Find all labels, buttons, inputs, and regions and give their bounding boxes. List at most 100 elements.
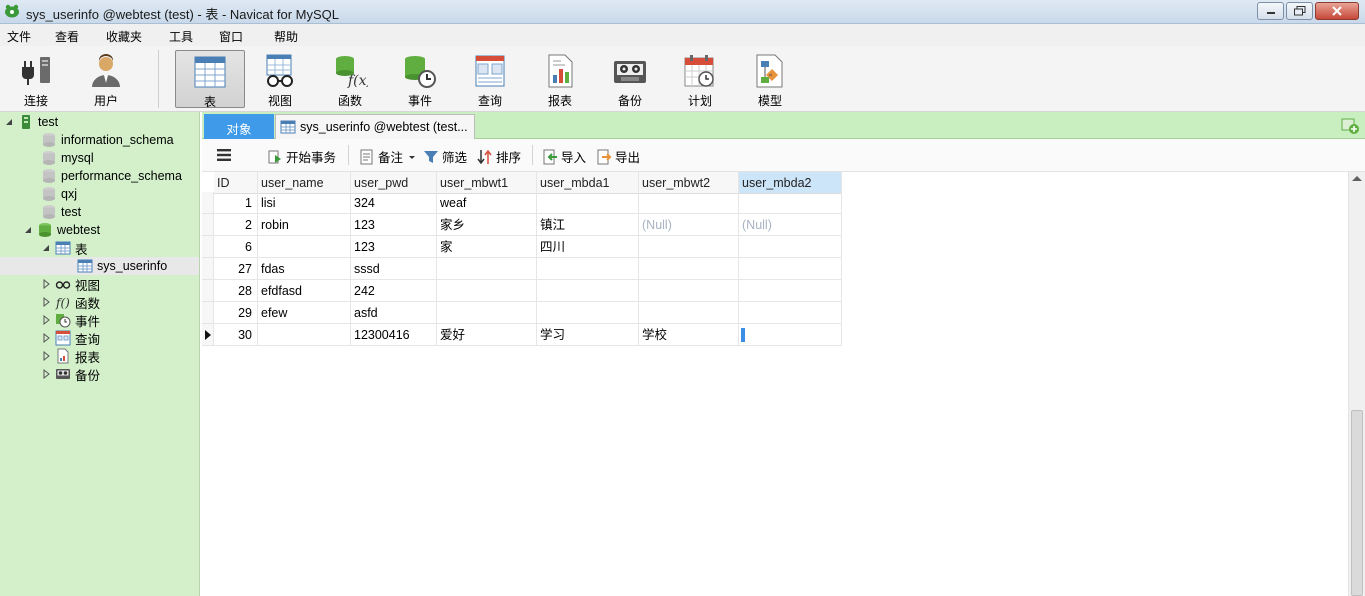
cell[interactable] bbox=[537, 302, 639, 324]
chevron-down-icon[interactable] bbox=[408, 153, 416, 161]
cell[interactable] bbox=[639, 192, 739, 214]
hamburger-menu-icon[interactable] bbox=[216, 148, 232, 162]
cell[interactable]: asfd bbox=[351, 302, 437, 324]
cell[interactable]: 1 bbox=[214, 192, 258, 214]
tree-node-backups-folder[interactable]: 备份 bbox=[41, 365, 100, 383]
collapsed-arrow-icon[interactable] bbox=[41, 297, 51, 307]
filter-button[interactable]: 筛选 bbox=[423, 147, 467, 166]
cell[interactable]: 爱好 bbox=[437, 324, 537, 346]
tab-objects[interactable]: 对象 bbox=[204, 114, 274, 139]
cell[interactable] bbox=[258, 324, 351, 346]
tree-node-database[interactable]: mysql bbox=[41, 149, 94, 167]
report-button[interactable]: 报表 bbox=[525, 50, 595, 108]
cell[interactable]: fdas bbox=[258, 258, 351, 280]
cell[interactable]: 镇江 bbox=[537, 214, 639, 236]
restore-button[interactable] bbox=[1286, 2, 1313, 20]
row-selector[interactable] bbox=[202, 280, 214, 302]
tree-node-database[interactable]: test bbox=[41, 203, 81, 221]
scroll-up-icon[interactable] bbox=[1352, 176, 1362, 181]
view-button[interactable]: 视图 bbox=[245, 50, 315, 108]
cell[interactable]: 6 bbox=[214, 236, 258, 258]
tree-node-connection[interactable]: test bbox=[4, 113, 58, 131]
model-button[interactable]: 模型 bbox=[735, 50, 805, 108]
selected-text[interactable] bbox=[741, 328, 745, 342]
cell[interactable] bbox=[258, 236, 351, 258]
scrollbar-thumb[interactable] bbox=[1351, 410, 1363, 596]
tree-node-database-open[interactable]: webtest bbox=[23, 221, 100, 239]
row-selector[interactable] bbox=[202, 324, 214, 346]
cell[interactable]: 家乡 bbox=[437, 214, 537, 236]
tree-node-table-selected[interactable]: sys_userinfo bbox=[0, 257, 199, 275]
table-row[interactable]: 1 lisi 324 weaf bbox=[202, 192, 842, 214]
tab-table-data[interactable]: sys_userinfo @webtest (test... bbox=[275, 114, 475, 139]
expanded-arrow-icon[interactable] bbox=[23, 225, 33, 235]
schedule-button[interactable]: 计划 bbox=[665, 50, 735, 108]
cell[interactable] bbox=[437, 302, 537, 324]
cell[interactable]: 28 bbox=[214, 280, 258, 302]
tree-node-reports-folder[interactable]: 报表 bbox=[41, 347, 100, 365]
backup-button[interactable]: 备份 bbox=[595, 50, 665, 108]
cell[interactable] bbox=[739, 236, 842, 258]
cell-editing[interactable] bbox=[739, 324, 842, 346]
collapsed-arrow-icon[interactable] bbox=[41, 369, 51, 379]
query-button[interactable]: 查询 bbox=[455, 50, 525, 108]
null-cell[interactable]: (Null) bbox=[639, 214, 739, 236]
import-button[interactable]: 导入 bbox=[542, 147, 586, 166]
tree-node-events-folder[interactable]: 事件 bbox=[41, 311, 100, 329]
cell[interactable]: efew bbox=[258, 302, 351, 324]
cell[interactable]: 324 bbox=[351, 192, 437, 214]
collapsed-arrow-icon[interactable] bbox=[41, 315, 51, 325]
cell[interactable] bbox=[537, 280, 639, 302]
tree-node-queries-folder[interactable]: 查询 bbox=[41, 329, 100, 347]
cell[interactable] bbox=[639, 302, 739, 324]
cell[interactable] bbox=[537, 192, 639, 214]
cell[interactable] bbox=[639, 280, 739, 302]
menu-tools[interactable]: 工具 bbox=[169, 28, 193, 45]
tree-node-database[interactable]: qxj bbox=[41, 185, 77, 203]
collapsed-arrow-icon[interactable] bbox=[41, 351, 51, 361]
row-selector[interactable] bbox=[202, 214, 214, 236]
cell[interactable] bbox=[537, 258, 639, 280]
cell[interactable] bbox=[639, 258, 739, 280]
row-selector[interactable] bbox=[202, 258, 214, 280]
cell[interactable]: 242 bbox=[351, 280, 437, 302]
table-row[interactable]: 6 123 家 四川 bbox=[202, 236, 842, 258]
cell[interactable]: 四川 bbox=[537, 236, 639, 258]
row-selector[interactable] bbox=[202, 236, 214, 258]
cell[interactable]: efdfasd bbox=[258, 280, 351, 302]
row-selector[interactable] bbox=[202, 302, 214, 324]
collapsed-arrow-icon[interactable] bbox=[41, 333, 51, 343]
cell[interactable] bbox=[739, 192, 842, 214]
null-cell[interactable]: (Null) bbox=[739, 214, 842, 236]
table-row[interactable]: 27 fdas sssd bbox=[202, 258, 842, 280]
export-button[interactable]: 导出 bbox=[596, 147, 640, 166]
cell[interactable] bbox=[437, 258, 537, 280]
table-row-current[interactable]: 30 12300416 爱好 学习 学校 bbox=[202, 324, 842, 346]
cell[interactable]: 30 bbox=[214, 324, 258, 346]
cell[interactable]: 学校 bbox=[639, 324, 739, 346]
minimize-button[interactable] bbox=[1257, 2, 1284, 20]
table-button[interactable]: 表 bbox=[175, 50, 245, 109]
table-row[interactable]: 29 efew asfd bbox=[202, 302, 842, 324]
menu-file[interactable]: 文件 bbox=[7, 28, 31, 45]
menu-window[interactable]: 窗口 bbox=[219, 28, 243, 45]
close-button[interactable] bbox=[1315, 2, 1359, 20]
column-header[interactable]: user_name bbox=[258, 172, 351, 194]
cell[interactable] bbox=[739, 280, 842, 302]
column-header[interactable]: user_mbda1 bbox=[537, 172, 639, 194]
column-header[interactable]: user_mbda2 bbox=[739, 172, 842, 194]
tree-node-tables-folder[interactable]: 表 bbox=[41, 239, 88, 257]
sort-button[interactable]: 排序 bbox=[477, 147, 521, 166]
expanded-arrow-icon[interactable] bbox=[4, 117, 14, 127]
cell[interactable]: 2 bbox=[214, 214, 258, 236]
tree-node-views-folder[interactable]: 视图 bbox=[41, 275, 100, 293]
tree-node-database[interactable]: performance_schema bbox=[41, 167, 182, 185]
cell[interactable] bbox=[739, 258, 842, 280]
function-button[interactable]: f(x) 函数 bbox=[315, 50, 385, 108]
cell[interactable]: 学习 bbox=[537, 324, 639, 346]
cell[interactable]: 家 bbox=[437, 236, 537, 258]
cell[interactable]: robin bbox=[258, 214, 351, 236]
column-header[interactable]: user_mbwt2 bbox=[639, 172, 739, 194]
cell[interactable]: 123 bbox=[351, 214, 437, 236]
tree-node-functions-folder[interactable]: f() 函数 bbox=[41, 293, 100, 311]
